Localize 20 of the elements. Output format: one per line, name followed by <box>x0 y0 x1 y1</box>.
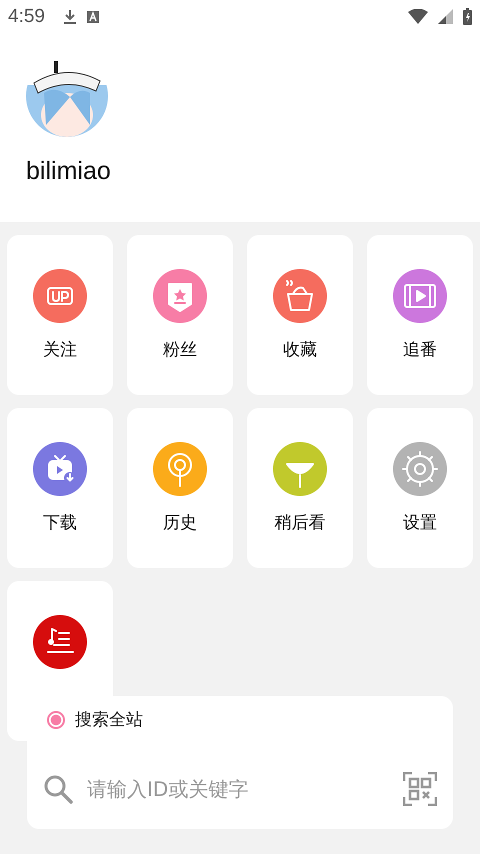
search-icon[interactable] <box>43 774 73 804</box>
menu-tile[interactable]: 粉丝 <box>127 235 233 395</box>
menu-tile[interactable]: 追番 <box>367 235 473 395</box>
notification-icon <box>86 10 99 22</box>
menu-tile[interactable]: 历史 <box>127 408 233 568</box>
wifi-icon <box>408 9 428 24</box>
status-time: 4:59 <box>8 6 45 28</box>
menu-tile[interactable]: 稍后看 <box>247 408 353 568</box>
radio-label: 搜索全站 <box>75 709 143 731</box>
user-name: bilimiao <box>26 157 111 186</box>
qr-scan-icon[interactable] <box>403 772 437 806</box>
search-field[interactable]: 请输入ID或关键字 <box>85 776 391 802</box>
menu-tile[interactable]: 收藏 <box>247 235 353 395</box>
download-icon <box>62 8 77 24</box>
signal-icon <box>438 9 453 24</box>
menu-tile[interactable]: 设置 <box>367 408 473 568</box>
menu-tile[interactable]: 下载 <box>7 408 113 568</box>
battery-icon <box>463 8 472 25</box>
search-scope-radio[interactable]: 搜索全站 <box>47 708 143 731</box>
menu-tile[interactable]: 关注 <box>7 235 113 395</box>
